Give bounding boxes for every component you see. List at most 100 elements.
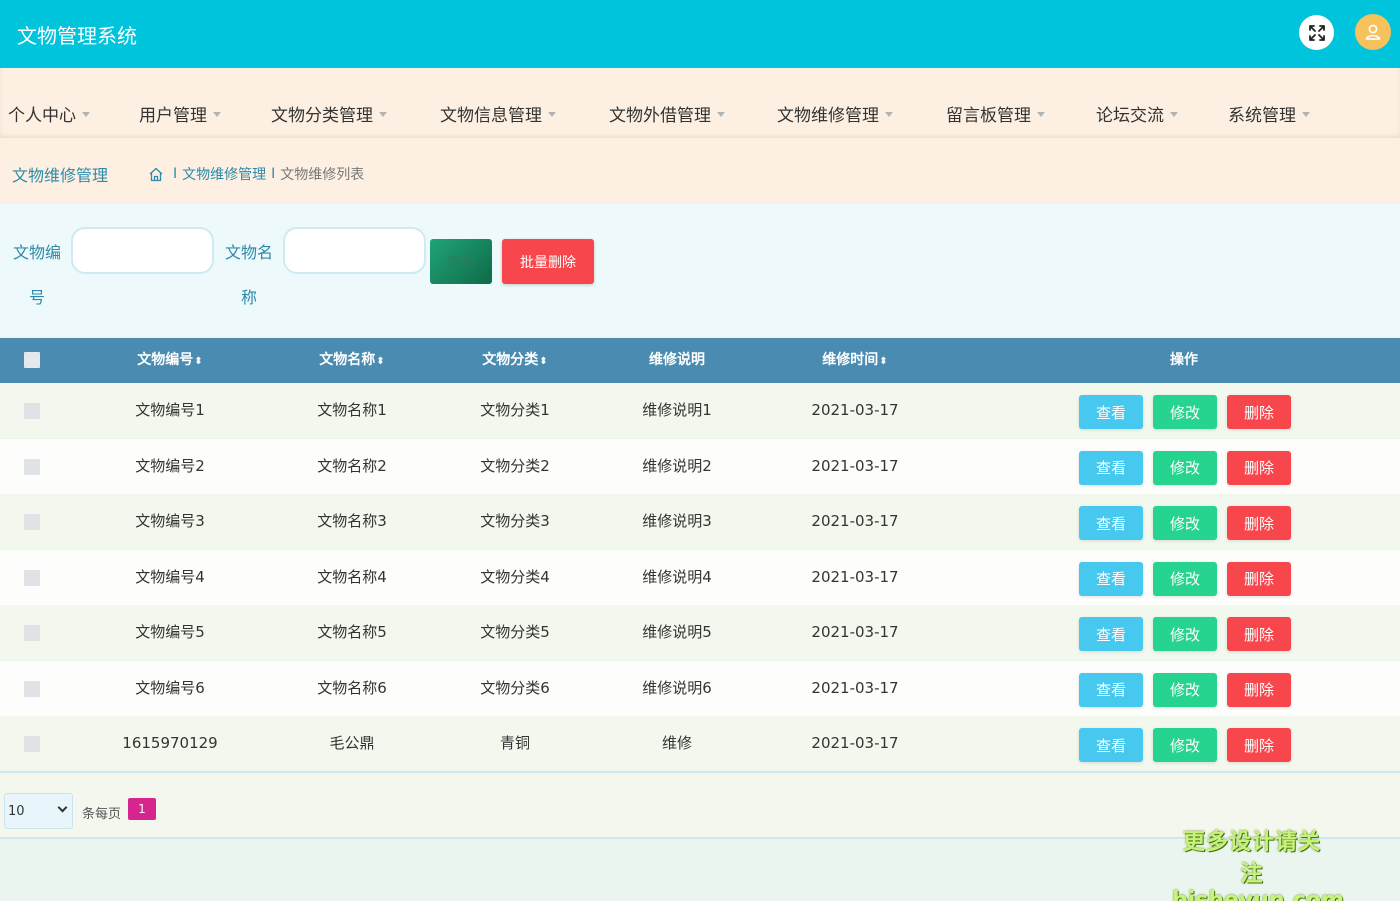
cell-code: 文物编号2 [135, 456, 205, 475]
view-button[interactable]: 查看 [1079, 395, 1143, 429]
column-label: 文物名称 [319, 352, 376, 368]
select-all-checkbox[interactable] [24, 352, 40, 368]
nav-item-category-management[interactable]: 文物分类管理 [271, 101, 387, 126]
watermark-line1: 更多设计请关注 [1182, 830, 1321, 887]
nav-item-system-management[interactable]: 系统管理 [1228, 101, 1310, 126]
edit-button[interactable]: 修改 [1153, 728, 1217, 762]
batch-delete-button[interactable]: 批量删除 [502, 239, 594, 284]
column-header-actions: 操作 [1104, 338, 1264, 383]
page-number-current[interactable]: 1 [128, 798, 156, 820]
nav-item-loan-management[interactable]: 文物外借管理 [609, 101, 725, 126]
nav-item-label: 文物分类管理 [271, 106, 373, 126]
relic-name-input[interactable] [283, 227, 426, 274]
sort-icon: ⬍ [376, 356, 385, 367]
column-header-time[interactable]: 维修时间⬍ [775, 338, 935, 383]
edit-button[interactable]: 修改 [1153, 617, 1217, 651]
delete-button[interactable]: 删除 [1227, 617, 1291, 651]
cell-code: 文物编号4 [135, 567, 205, 586]
cell-time: 2021-03-17 [811, 623, 899, 641]
cell-time: 2021-03-17 [811, 567, 899, 586]
view-button[interactable]: 查看 [1079, 728, 1143, 762]
delete-button[interactable]: 删除 [1227, 728, 1291, 762]
breadcrumb-level2: 文物维修列表 [280, 167, 365, 183]
delete-button[interactable]: 删除 [1227, 506, 1291, 540]
view-button[interactable]: 查看 [1079, 506, 1143, 540]
cell-code: 文物编号3 [135, 512, 205, 530]
nav-item-label: 用户管理 [139, 106, 207, 126]
cell-category: 文物分类4 [480, 567, 550, 586]
breadcrumb-separator: I [173, 166, 178, 182]
nav-item-label: 文物外借管理 [609, 106, 711, 126]
column-label: 文物编号 [137, 352, 194, 368]
caret-down-icon [379, 112, 387, 117]
caret-down-icon [717, 112, 725, 117]
cell-category: 文物分类5 [480, 623, 550, 641]
row-checkbox[interactable] [24, 569, 40, 586]
edit-button[interactable]: 修改 [1153, 450, 1217, 485]
cell-time: 2021-03-17 [811, 512, 899, 530]
edit-button[interactable]: 修改 [1153, 672, 1217, 707]
sort-icon: ⬍ [539, 356, 548, 367]
view-button[interactable]: 查看 [1079, 450, 1143, 485]
nav-item-personal-center[interactable]: 个人中心 [8, 101, 90, 126]
relic-code-input[interactable] [71, 227, 214, 274]
row-checkbox[interactable] [24, 514, 40, 530]
column-label: 维修说明 [649, 352, 705, 368]
table-row: 文物编号1 文物名称1 文物分类1 维修说明1 2021-03-17 查看 修改 删除 [0, 383, 1400, 438]
breadcrumb-bar: 文物维修管理 I 文物维修管理 I 文物维修列表 [0, 138, 1400, 204]
cell-category: 文物分类1 [480, 401, 550, 419]
caret-down-icon [548, 112, 556, 117]
nav-item-forum[interactable]: 论坛交流 [1096, 101, 1178, 126]
delete-button[interactable]: 删除 [1227, 395, 1291, 429]
edit-button[interactable]: 修改 [1153, 561, 1217, 596]
avatar[interactable] [1355, 14, 1391, 50]
table-row: 文物编号3 文物名称3 文物分类3 维修说明3 2021-03-17 查看 修改 删除 [0, 494, 1400, 549]
watermark-line2: bisheyun.com [1172, 888, 1345, 901]
view-button[interactable]: 查看 [1079, 617, 1143, 651]
nav-item-label: 文物维修管理 [777, 106, 879, 126]
search-panel: 文物编 号 文物名 称 查询 批量删除 [0, 204, 1400, 336]
cell-desc: 维修说明6 [642, 678, 712, 697]
column-header-name[interactable]: 文物名称⬍ [272, 338, 432, 383]
label-line: 文物名 [224, 243, 273, 262]
page-size-select[interactable]: 10 [4, 793, 73, 829]
row-checkbox[interactable] [24, 680, 40, 697]
caret-down-icon [1037, 112, 1045, 117]
row-checkbox[interactable] [24, 403, 40, 419]
row-checkbox[interactable] [24, 736, 40, 752]
cell-name: 文物名称5 [317, 623, 387, 641]
view-button[interactable]: 查看 [1079, 672, 1143, 707]
table-header: 文物编号⬍ 文物名称⬍ 文物分类⬍ 维修说明 维修时间⬍ 操作 [0, 338, 1400, 383]
cell-time: 2021-03-17 [811, 678, 899, 697]
cell-name: 文物名称4 [317, 567, 387, 586]
row-checkbox[interactable] [24, 458, 40, 475]
nav-item-message-board[interactable]: 留言板管理 [946, 101, 1045, 126]
cell-desc: 维修说明3 [642, 512, 712, 530]
delete-button[interactable]: 删除 [1227, 561, 1291, 596]
caret-down-icon [1170, 112, 1178, 117]
label-line: 文物编 [12, 243, 61, 262]
cell-name: 毛公鼎 [329, 734, 375, 752]
edit-button[interactable]: 修改 [1153, 395, 1217, 429]
cell-name: 文物名称2 [317, 456, 387, 475]
delete-button[interactable]: 删除 [1227, 672, 1291, 707]
delete-button[interactable]: 删除 [1227, 450, 1291, 485]
breadcrumb-level1[interactable]: 文物维修管理 [182, 164, 266, 184]
row-checkbox[interactable] [24, 625, 40, 641]
home-icon[interactable] [148, 167, 164, 182]
nav-item-repair-management[interactable]: 文物维修管理 [777, 101, 893, 126]
nav-item-user-management[interactable]: 用户管理 [139, 101, 221, 126]
sort-icon: ⬍ [879, 356, 888, 367]
query-button[interactable]: 查询 [430, 239, 492, 284]
edit-button[interactable]: 修改 [1153, 506, 1217, 540]
nav-item-label: 文物信息管理 [440, 106, 542, 126]
table-row: 1615970129 毛公鼎 青铜 维修 2021-03-17 查看 修改 删除 [0, 716, 1400, 771]
column-header-category[interactable]: 文物分类⬍ [435, 338, 595, 383]
fullscreen-button[interactable] [1299, 15, 1334, 50]
nav-item-relic-info-management[interactable]: 文物信息管理 [440, 101, 556, 126]
caret-down-icon [1302, 112, 1310, 117]
table-row: 文物编号4 文物名称4 文物分类4 维修说明4 2021-03-17 查看 修改 删除 [0, 549, 1400, 605]
column-header-code[interactable]: 文物编号⬍ [90, 338, 250, 383]
cell-time: 2021-03-17 [811, 734, 899, 752]
view-button[interactable]: 查看 [1079, 561, 1143, 596]
